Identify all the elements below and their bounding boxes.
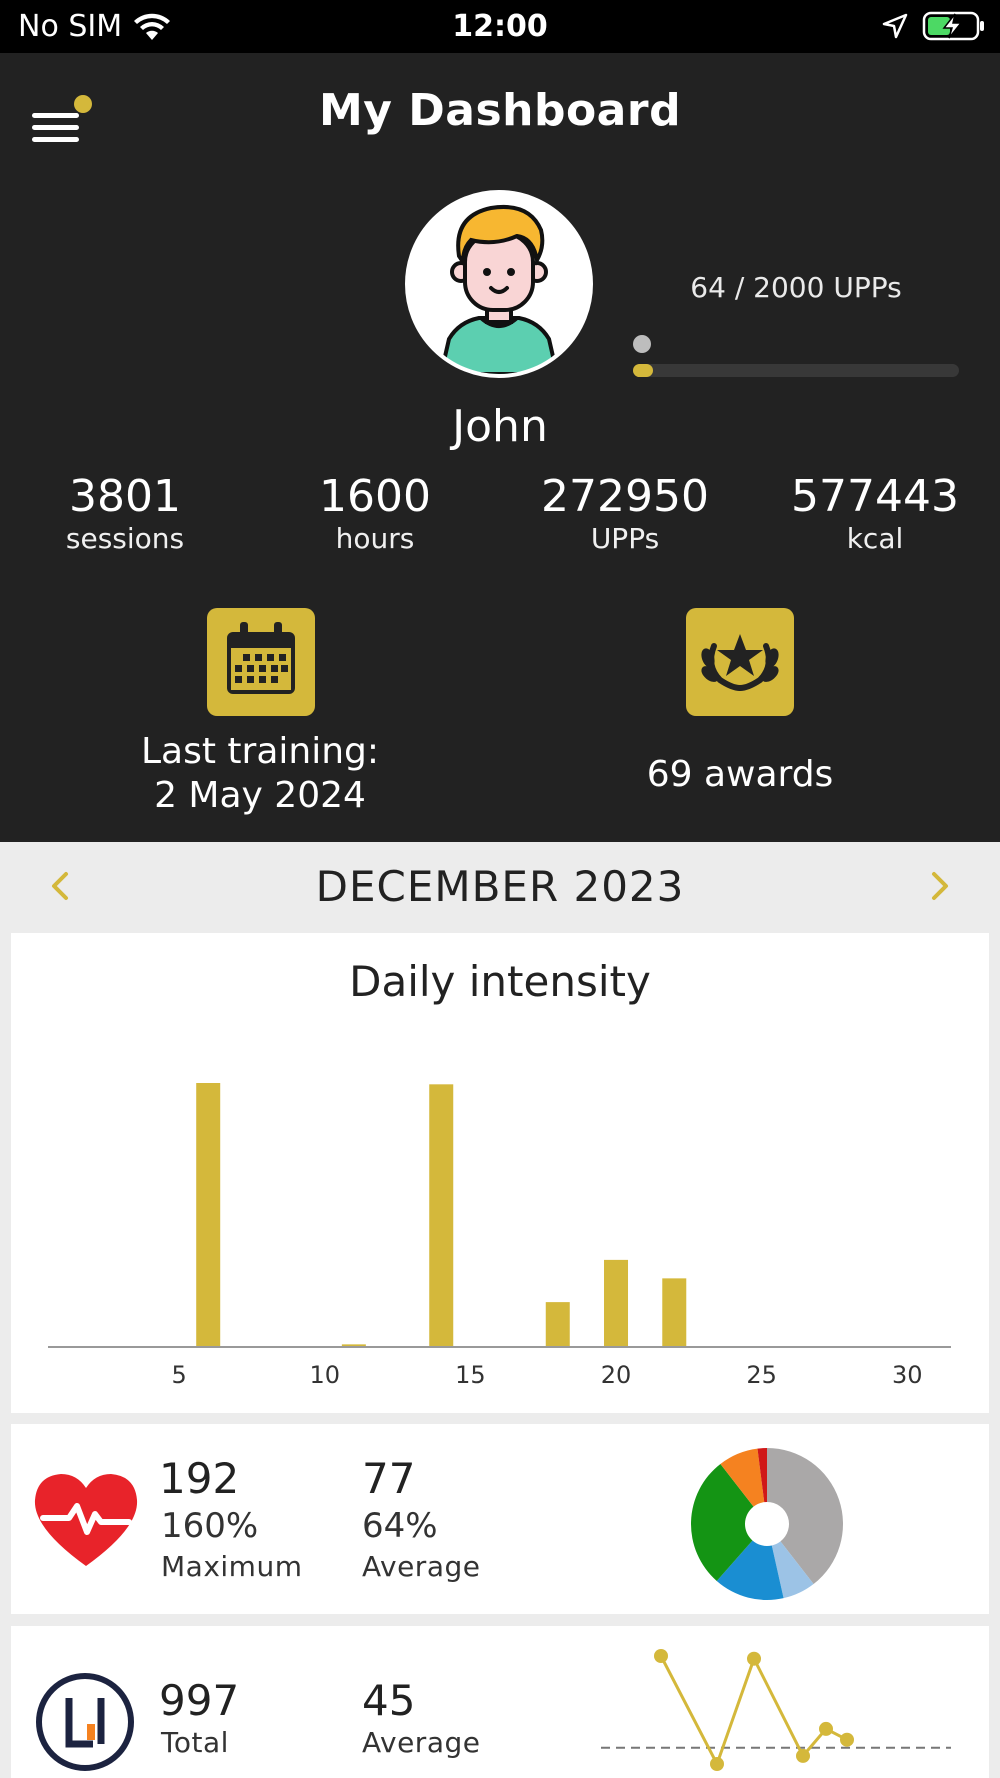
status-bar: No SIM 12:00 xyxy=(0,0,1000,53)
last-training-date: 2 May 2024 xyxy=(154,775,366,816)
laurel-star-icon xyxy=(701,634,779,691)
upps-trend-chart xyxy=(601,1649,951,1771)
stat-kcal: 577443 kcal xyxy=(750,471,1000,555)
stat-unit: hours xyxy=(335,522,415,555)
x-tick-label: 5 xyxy=(171,1361,186,1389)
upp-progress-bar xyxy=(633,364,959,377)
trend-point xyxy=(654,1649,668,1663)
chevron-right-icon[interactable] xyxy=(920,864,960,908)
last-training-title: Last training: xyxy=(140,731,380,772)
daily-intensity-chart: 5 10 15 20 25 30 xyxy=(48,1083,951,1389)
stat-unit: sessions xyxy=(65,522,185,555)
location-arrow-icon xyxy=(882,13,908,39)
trend-point xyxy=(796,1748,810,1763)
stat-sessions: 3801 sessions xyxy=(0,471,250,555)
trend-point xyxy=(819,1721,833,1736)
stat-value: 272950 xyxy=(541,471,709,522)
upps-total-label: Total xyxy=(161,1726,229,1759)
x-tick-label: 30 xyxy=(892,1361,923,1389)
month-label: DECEMBER 2023 xyxy=(315,862,685,911)
x-tick-label: 20 xyxy=(601,1361,632,1389)
intensity-bar xyxy=(429,1084,454,1347)
upps-card[interactable]: 997 Total 45 Average xyxy=(11,1626,989,1778)
heart-rate-icon xyxy=(34,1474,138,1566)
hr-avg-label: Average xyxy=(362,1550,481,1583)
clock: 12:00 xyxy=(452,9,548,44)
intensity-bar xyxy=(545,1302,570,1347)
stat-value: 1600 xyxy=(319,471,431,522)
stat-unit: kcal xyxy=(846,522,904,555)
intensity-bar xyxy=(662,1278,687,1347)
user-avatar-icon xyxy=(438,205,560,374)
user-name: John xyxy=(452,401,548,452)
last-training-label: Last training: 2 May 2024 xyxy=(90,730,430,818)
upp-progress-text: 64 / 2000 UPPs xyxy=(690,271,902,304)
trend-point xyxy=(840,1732,854,1747)
trend-point xyxy=(747,1651,761,1666)
heart-rate-card[interactable]: 192 160% Maximum 77 64% Average xyxy=(11,1424,989,1614)
stat-value: 577443 xyxy=(791,471,959,522)
x-tick-label: 10 xyxy=(309,1361,340,1389)
upps-avg-label: Average xyxy=(362,1726,481,1759)
month-navigation: DECEMBER 2023 xyxy=(0,842,1000,932)
x-tick-label: 25 xyxy=(746,1361,777,1389)
hr-max-percent: 160% xyxy=(161,1506,259,1546)
intensity-bar xyxy=(196,1083,221,1347)
status-right xyxy=(882,10,986,42)
page-title: My Dashboard xyxy=(318,85,682,136)
battery-charging-icon xyxy=(922,11,984,41)
awards-button[interactable] xyxy=(686,608,794,716)
stat-value: 3801 xyxy=(69,471,181,522)
upp-logo-icon xyxy=(36,1673,134,1771)
intensity-bar xyxy=(604,1259,629,1347)
hr-avg-percent: 64% xyxy=(362,1506,438,1546)
hr-avg-value: 77 xyxy=(362,1454,416,1503)
upps-total-value: 997 xyxy=(159,1676,240,1725)
hr-max-value: 192 xyxy=(159,1454,240,1503)
upp-progress-fill xyxy=(633,364,653,377)
stats-row: 3801 sessions 1600 hours 272950 UPPs 577… xyxy=(0,471,1000,555)
last-training-button[interactable] xyxy=(207,608,315,716)
stat-hours: 1600 hours xyxy=(250,471,500,555)
stat-unit: UPPs xyxy=(590,522,660,555)
calendar-icon xyxy=(227,622,295,694)
daily-intensity-card[interactable]: Daily intensity 5 10 15 20 25 30 xyxy=(11,933,989,1413)
x-tick-label: 15 xyxy=(455,1361,486,1389)
heart-rate-zones-donut xyxy=(691,1448,843,1600)
upp-progress-marker xyxy=(633,335,651,353)
stat-upps: 272950 UPPs xyxy=(500,471,750,555)
trend-point xyxy=(710,1757,724,1771)
upps-avg-value: 45 xyxy=(362,1676,416,1725)
awards-count: 69 awards xyxy=(646,754,834,795)
avatar[interactable] xyxy=(405,190,593,378)
hr-max-label: Maximum xyxy=(161,1550,303,1583)
dashboard-header: My Dashboard John 64 / 2000 UPPs 3801 se… xyxy=(0,53,1000,842)
